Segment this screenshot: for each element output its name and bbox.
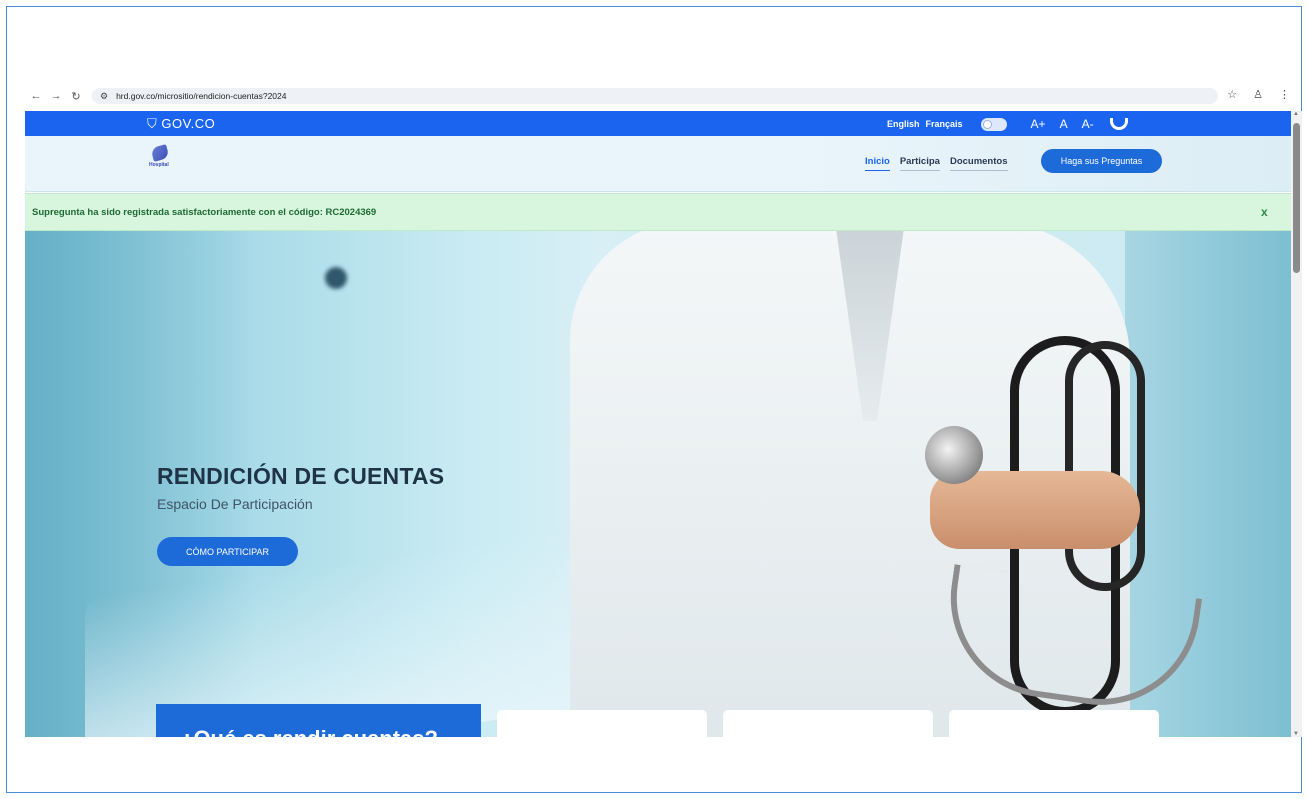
profile-icon[interactable]: ♙ [1253,88,1263,101]
gov-logo[interactable]: ⛉ GOV.CO [147,116,215,132]
scroll-down-icon[interactable]: ▼ [1293,731,1299,737]
success-alert: Supregunta ha sido registrada satisfacto… [25,193,1291,231]
alert-message: Supregunta ha sido registrada satisfacto… [32,207,377,218]
info-card[interactable] [723,710,933,737]
ask-questions-button[interactable]: Haga sus Preguntas [1041,149,1162,173]
font-increase-button[interactable]: A+ [1031,117,1046,131]
site-info-icon[interactable]: ⚙ [100,91,108,102]
star-icon[interactable]: ☆ [1227,88,1237,101]
how-to-participate-button[interactable]: CÓMO PARTICIPAR [157,537,298,566]
gov-logo-text: GOV.CO [161,116,216,131]
address-bar[interactable]: ⚙ hrd.gov.co/micrositio/rendicion-cuenta… [92,88,1218,104]
contrast-toggle[interactable] [980,117,1007,131]
hero-title: RENDICIÓN DE CUENTAS [157,463,445,489]
page-viewport: ⛉ GOV.CO English Français A+ A A- Hospit… [25,111,1291,737]
nav-documentos[interactable]: Documentos [949,156,1008,171]
lang-english[interactable]: English [887,119,920,129]
font-reset-button[interactable]: A [1060,117,1068,131]
info-card[interactable] [949,710,1159,737]
font-decrease-button[interactable]: A- [1082,117,1094,131]
main-nav: Inicio Participa Documentos [865,156,1018,171]
stethoscope-chestpiece-image [925,426,983,484]
info-card[interactable] [497,710,707,737]
url-text: hrd.gov.co/micrositio/rendicion-cuentas?… [116,91,287,101]
lang-french[interactable]: Français [926,119,963,129]
hero-subtitle: Espacio De Participación [157,496,313,512]
hospital-logo-text: Hospital [149,162,169,168]
nav-inicio[interactable]: Inicio [865,156,890,171]
hospital-logo[interactable]: Hospital [149,144,172,172]
gov-bar: ⛉ GOV.CO English Français A+ A A- [25,111,1291,136]
hero-bokeh [325,267,347,289]
back-icon[interactable]: ← [28,90,44,102]
nav-participa[interactable]: Participa [899,156,940,171]
close-icon[interactable]: x [1261,205,1268,219]
hero-banner: RENDICIÓN DE CUENTAS Espacio De Particip… [25,231,1291,737]
more-icon[interactable]: ⋮ [1279,88,1290,101]
reload-icon[interactable]: ↻ [68,90,84,103]
question-card-title: ¿Qué es rendir cuentas? [180,726,438,737]
site-header: Hospital Inicio Participa Documentos Hag… [25,136,1291,192]
forward-icon[interactable]: → [48,90,64,102]
browser-toolbar: ← → ↻ ⚙ hrd.gov.co/micrositio/rendicion-… [28,86,1300,106]
stethoscope-loop-image [1065,341,1145,591]
scroll-up-icon[interactable]: ▲ [1293,111,1299,117]
question-card[interactable]: ¿Qué es rendir cuentas? [156,704,481,737]
scrollbar-thumb[interactable] [1293,123,1300,273]
butterfly-icon [150,144,170,162]
accessibility-icon[interactable] [1109,118,1130,130]
page-scrollbar[interactable]: ▲ ▼ [1291,111,1302,737]
